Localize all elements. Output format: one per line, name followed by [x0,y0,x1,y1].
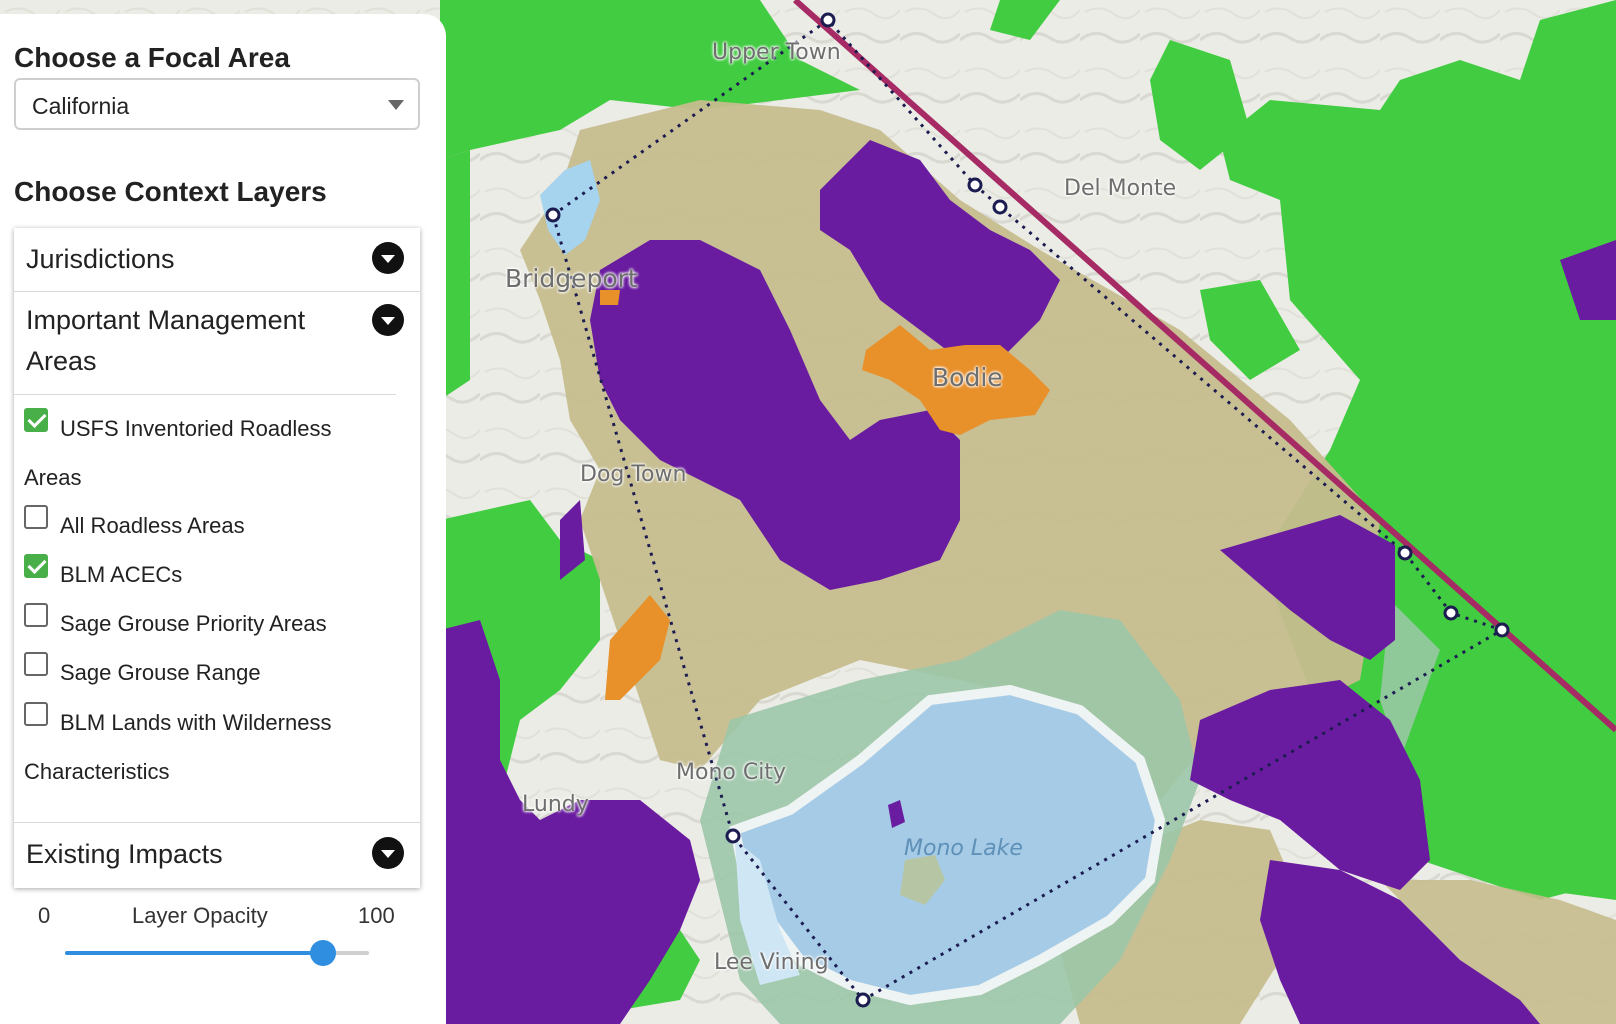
layer-label-cont: Areas [24,465,82,490]
place-label-del-monte: Del Monte [1064,176,1177,201]
accordion-existing-impacts[interactable]: Existing Impacts [14,823,420,888]
expand-toggle-icon[interactable] [372,837,404,869]
expand-toggle-icon[interactable] [372,304,404,336]
layer-label: All Roadless Areas [60,513,245,538]
layer-label: Sage Grouse Priority Areas [60,611,327,636]
place-label-bridgeport: Bridgeport [505,264,638,293]
place-label-mono-lake: Mono Lake [904,836,1023,861]
accordion-important-management-areas[interactable]: Important Management Areas [14,291,420,391]
context-layers-panel: Jurisdictions Important Management Areas… [14,228,420,888]
opacity-slider-fill [65,951,324,955]
accordion-label: Existing Impacts [26,839,223,869]
checkbox-sage-grouse-priority[interactable] [24,603,48,627]
checkbox-usfs-roadless[interactable] [24,408,48,432]
checkbox-all-roadless[interactable] [24,505,48,529]
place-label-lee-vining: Lee Vining [714,950,829,975]
checkbox-sage-grouse-range[interactable] [24,652,48,676]
layer-label: Sage Grouse Range [60,660,261,685]
opacity-max-label: 100 [358,903,395,928]
place-label-bodie: Bodie [932,363,1003,392]
accordion-label: Jurisdictions [26,244,175,274]
checkbox-blm-acecs[interactable] [24,554,48,578]
place-label-lundy: Lundy [522,792,589,817]
focal-area-title: Choose a Focal Area [14,42,290,73]
opacity-label: Layer Opacity [132,903,268,928]
place-label-upper-town: Upper Town [712,40,841,65]
accordion-label: Important Management [26,305,306,335]
opacity-slider[interactable] [65,940,369,966]
chevron-down-icon [388,100,404,110]
accordion-label-cont: Areas [26,346,97,376]
opacity-min-label: 0 [38,903,51,928]
context-layers-title: Choose Context Layers [14,176,327,207]
divider [14,394,396,395]
accordion-jurisdictions[interactable]: Jurisdictions [14,228,420,291]
layer-label: BLM ACECs [60,562,183,587]
layer-label-cont: Characteristics [24,759,170,784]
layer-label: USFS Inventoried Roadless [60,416,332,441]
focal-area-select[interactable]: California [14,78,420,130]
checkbox-blm-wilderness[interactable] [24,702,48,726]
expand-toggle-icon[interactable] [372,242,404,274]
focal-area-value: California [32,93,130,119]
opacity-slider-thumb[interactable] [310,940,337,966]
place-label-mono-city: Mono City [676,760,786,785]
layer-label: BLM Lands with Wilderness [60,710,332,735]
place-label-dog-town: Dog Town [580,462,687,487]
sidebar-panel: Choose a Focal Area California Choose Co… [0,14,446,1024]
